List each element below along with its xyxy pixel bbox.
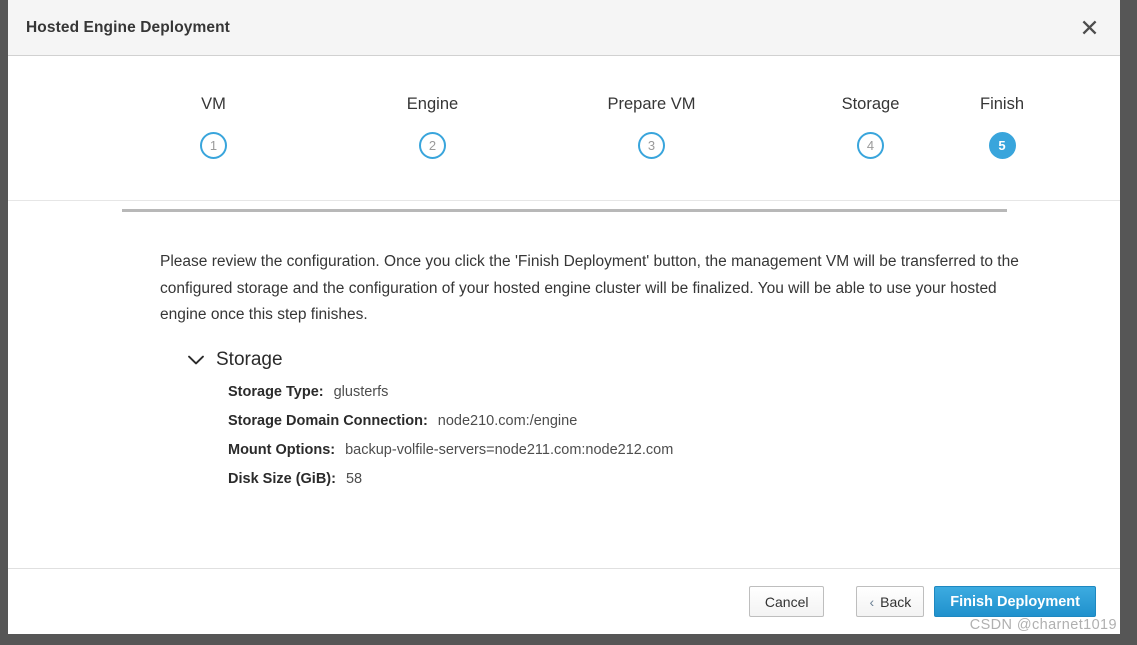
step-circle-wrap: 2: [417, 130, 448, 161]
storage-summary-section: Storage Storage Type: glusterfs Storage …: [186, 350, 1120, 487]
step-circle[interactable]: 1: [200, 131, 227, 159]
os-window-frame: Hosted Engine Deployment VM 1 Engine 2 P…: [0, 0, 1137, 645]
detail-row-mount-options: Mount Options: backup-volfile-servers=no…: [228, 442, 1120, 458]
step-label: Storage: [841, 95, 900, 113]
wizard-stepper-region: VM 1 Engine 2 Prepare VM 3 Storage 4 Fin…: [8, 56, 1120, 212]
wizard-step-prepare-vm[interactable]: Prepare VM 3: [542, 56, 761, 161]
dialog-header: Hosted Engine Deployment: [8, 0, 1120, 56]
step-circle-wrap: 3: [636, 130, 667, 161]
wizard-step-engine[interactable]: Engine 2: [323, 56, 542, 161]
back-button[interactable]: ‹ Back: [856, 586, 925, 617]
chevron-down-icon: [186, 350, 206, 370]
chevron-down-icon-glyph: [188, 355, 204, 364]
hosted-engine-deployment-dialog: Hosted Engine Deployment VM 1 Engine 2 P…: [8, 0, 1120, 634]
detail-row-disk-size: Disk Size (GiB): 58: [228, 471, 1120, 487]
step-circle[interactable]: 3: [638, 131, 665, 159]
step-circle[interactable]: 2: [419, 131, 446, 159]
back-button-label: Back: [880, 593, 912, 610]
detail-value: glusterfs: [333, 383, 389, 400]
storage-details-list: Storage Type: glusterfs Storage Domain C…: [186, 384, 1120, 487]
chevron-left-icon: ‹: [869, 593, 875, 610]
step-circle-wrap: 1: [198, 130, 229, 161]
stepper-connector-line: [122, 209, 1007, 212]
step-label: Engine: [406, 95, 459, 113]
detail-label: Storage Type:: [228, 383, 324, 400]
wizard-stepper: VM 1 Engine 2 Prepare VM 3 Storage 4 Fin…: [8, 56, 1120, 201]
review-instructions-text: Please review the configuration. Once yo…: [160, 253, 1019, 323]
close-icon-glyph: [1082, 20, 1096, 35]
step-circle-wrap: 5: [987, 130, 1018, 161]
detail-value: node210.com:/engine: [437, 412, 578, 429]
dialog-body: Please review the configuration. Once yo…: [8, 201, 1120, 568]
step-circle-wrap: 4: [855, 130, 886, 161]
step-label: Prepare VM: [607, 95, 696, 113]
storage-section-toggle[interactable]: Storage: [186, 350, 283, 370]
finish-deployment-button[interactable]: Finish Deployment: [934, 586, 1096, 617]
step-circle-active[interactable]: 5: [988, 131, 1016, 159]
storage-section-title: Storage: [216, 349, 283, 370]
detail-row-storage-domain-connection: Storage Domain Connection: node210.com:/…: [228, 413, 1120, 429]
detail-row-storage-type: Storage Type: glusterfs: [228, 384, 1120, 400]
detail-label: Mount Options:: [228, 441, 336, 458]
cancel-button[interactable]: Cancel: [748, 586, 825, 617]
step-label: Finish: [980, 95, 1025, 113]
wizard-step-vm[interactable]: VM 1: [104, 56, 323, 161]
close-icon[interactable]: [1072, 11, 1106, 45]
wizard-step-finish[interactable]: Finish 5: [980, 56, 1024, 161]
detail-label: Storage Domain Connection:: [228, 412, 428, 429]
dialog-footer: Cancel ‹ Back Finish Deployment: [8, 568, 1120, 634]
detail-value: 58: [345, 470, 363, 487]
detail-value: backup-volfile-servers=node211.com:node2…: [345, 441, 674, 458]
wizard-step-storage[interactable]: Storage 4: [761, 56, 980, 161]
step-circle[interactable]: 4: [857, 131, 884, 159]
detail-label: Disk Size (GiB):: [228, 470, 336, 487]
step-label: VM: [201, 95, 226, 113]
page-title: Hosted Engine Deployment: [26, 18, 230, 36]
